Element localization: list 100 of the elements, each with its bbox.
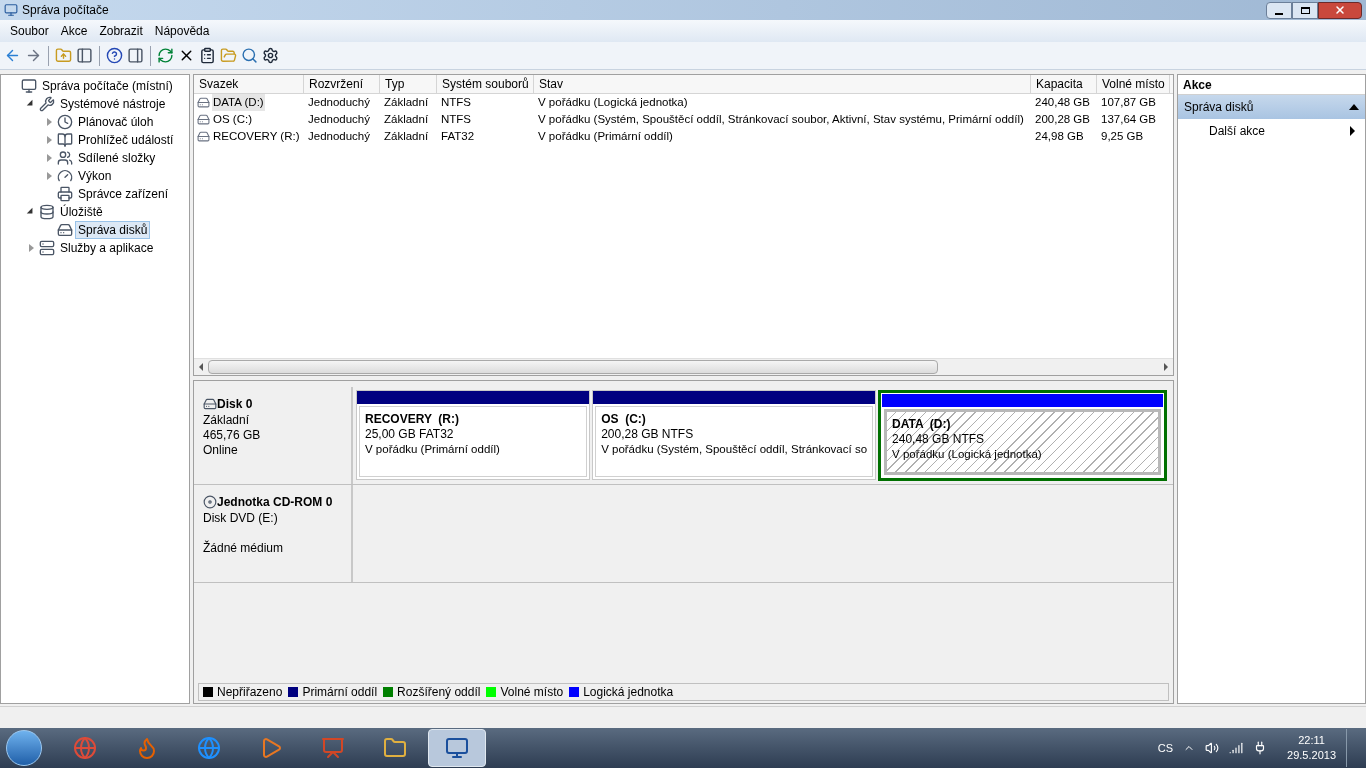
column-header[interactable]: Svazek [194, 75, 304, 93]
tree-item[interactable]: Plánovač úloh [75, 113, 157, 131]
table-cell-text: 24,98 GB [1034, 128, 1085, 144]
partition-block[interactable]: DATA (D:) 240,48 GB NTFS V pořádku (Logická jednotka) [878, 390, 1167, 481]
collapsed-triangle-icon[interactable] [46, 136, 52, 144]
signal-icon[interactable] [1229, 741, 1244, 755]
tree-node-icon [21, 78, 37, 94]
tree-node-icon [57, 150, 73, 166]
close-icon [1334, 4, 1346, 16]
menu-item[interactable]: Nápověda [148, 22, 216, 40]
horizontal-scrollbar-thumb[interactable] [208, 360, 938, 374]
legend-label: Primární oddíl [302, 684, 378, 701]
disk-drive-icon [203, 397, 217, 411]
disk-name: Jednotka CD-ROM 0 [217, 494, 333, 511]
menu-item[interactable]: Akce [54, 22, 94, 40]
collapsed-triangle-icon[interactable] [46, 154, 52, 162]
table-cell-text: 200,28 GB [1034, 111, 1091, 127]
table-cell-text: V pořádku (Logická jednotka) [537, 94, 689, 110]
disk-detail: Základní [203, 413, 251, 428]
tree-node-icon [39, 204, 55, 220]
legend-label: Rozšířený oddíl [397, 684, 481, 701]
legend-label: Logická jednotka [583, 684, 674, 701]
tree-item[interactable]: Správa disků [75, 221, 151, 239]
taskbar-button[interactable] [428, 729, 486, 767]
table-cell-text: Jednoduchý [307, 111, 372, 127]
tree-item[interactable]: Systémové nástroje [57, 95, 169, 113]
tree-item[interactable]: Prohlížeč událostí [75, 131, 177, 149]
clock-date[interactable]: 29.5.2013 [1287, 748, 1336, 763]
column-header[interactable]: Typ [380, 75, 437, 93]
partition-status: V pořádku (Systém, Spouštěcí oddíl, Stránkovací so [601, 442, 868, 457]
table-cell-text: OS (C:) [212, 111, 253, 127]
column-header[interactable]: Stav [534, 75, 1031, 93]
panel-right-icon[interactable] [127, 47, 144, 64]
tree-node-icon [57, 186, 73, 202]
maximize-button[interactable] [1292, 1, 1318, 19]
tree-item[interactable]: Správce zařízení [75, 185, 172, 203]
table-cell-text: V pořádku (Systém, Spouštěcí oddíl, Stránkovací soubor, Aktivní, Stav systému, Primární oddíl) [537, 111, 1025, 127]
table-cell-text: Jednoduchý [307, 128, 372, 144]
properties-icon[interactable] [199, 47, 216, 64]
partition-block[interactable]: OS (C:) 200,28 GB NTFS V pořádku (Systém, Spouštěcí oddíl, Stránkovací so [592, 390, 877, 480]
partition-label: RECOVERY (R:) [365, 412, 460, 427]
menu-item[interactable]: Zobrazit [93, 22, 149, 40]
minimize-button[interactable] [1266, 1, 1292, 19]
volume-icon[interactable] [1205, 741, 1220, 755]
table-cell-text: 240,48 GB [1034, 94, 1091, 110]
refresh-icon[interactable] [157, 47, 174, 64]
panel-left-icon[interactable] [76, 47, 93, 64]
column-header[interactable]: Kapacita [1031, 75, 1097, 93]
table-cell-text: Základní [383, 111, 430, 127]
tree-item[interactable]: Výkon [75, 167, 115, 185]
tree-item[interactable]: Sdílené složky [75, 149, 159, 167]
collapse-triangle-icon[interactable] [1349, 104, 1359, 110]
column-header[interactable]: Rozvržení [304, 75, 380, 93]
table-cell-text: Jednoduchý [307, 94, 372, 110]
legend-label: Volné místo [500, 684, 564, 701]
table-cell-text: NTFS [440, 111, 473, 127]
monitor-icon [445, 736, 469, 760]
legend-label: Nepřiřazeno [217, 684, 283, 701]
table-cell-text: 9,25 GB [1100, 128, 1145, 144]
language-indicator[interactable]: CS [1157, 739, 1174, 757]
tree-item[interactable]: Správa počítače (místní) [39, 77, 176, 95]
tree-node-icon [57, 132, 73, 148]
table-cell-text: FAT32 [440, 128, 476, 144]
scroll-left-icon[interactable] [199, 363, 203, 371]
disk-detail: Žádné médium [203, 541, 285, 556]
drive-icon [197, 96, 210, 109]
tree-node-icon [57, 168, 73, 184]
menu-item[interactable]: Soubor [4, 22, 55, 40]
table-cell-text: 137,64 GB [1100, 111, 1157, 127]
partition-label: OS (C:) [601, 412, 647, 427]
search-icon[interactable] [241, 47, 258, 64]
tree-item[interactable]: Služby a aplikace [57, 239, 157, 257]
partition-status: V pořádku (Primární oddíl) [365, 442, 501, 457]
start-button[interactable] [6, 730, 42, 766]
tree-node-icon [57, 114, 73, 130]
collapsed-triangle-icon[interactable] [46, 118, 52, 126]
column-header[interactable]: Volné místo [1097, 75, 1170, 93]
actions-section-header[interactable]: Správa disků [1178, 95, 1365, 119]
settings-icon[interactable] [262, 47, 279, 64]
folder-icon [383, 736, 407, 760]
column-header[interactable]: Systém souborů [437, 75, 534, 93]
scroll-right-icon[interactable] [1164, 363, 1168, 371]
table-cell-text: Základní [383, 94, 430, 110]
tree-node-icon [57, 222, 73, 238]
table-cell-text: Základní [383, 128, 430, 144]
partition-size: 25,00 GB FAT32 [365, 427, 455, 442]
disk-detail: Online [203, 443, 239, 458]
forward-arrow-icon[interactable] [25, 47, 42, 64]
table-cell-text: RECOVERY (R:) [212, 128, 301, 144]
collapsed-triangle-icon[interactable] [28, 244, 34, 252]
help-icon[interactable] [106, 47, 123, 64]
partition-block[interactable]: RECOVERY (R:) 25,00 GB FAT32 V pořádku (Primární oddíl) [356, 390, 591, 480]
action-item[interactable]: Další akce [1178, 119, 1365, 143]
clock-time[interactable]: 22:11 [1298, 733, 1325, 748]
partition-size: 240,48 GB NTFS [892, 432, 986, 447]
window-title: Správa počítače [22, 2, 109, 19]
globe-icon [73, 736, 97, 760]
close-button[interactable] [1318, 1, 1362, 19]
tree-item[interactable]: Úložiště [57, 203, 106, 221]
collapsed-triangle-icon[interactable] [46, 172, 52, 180]
